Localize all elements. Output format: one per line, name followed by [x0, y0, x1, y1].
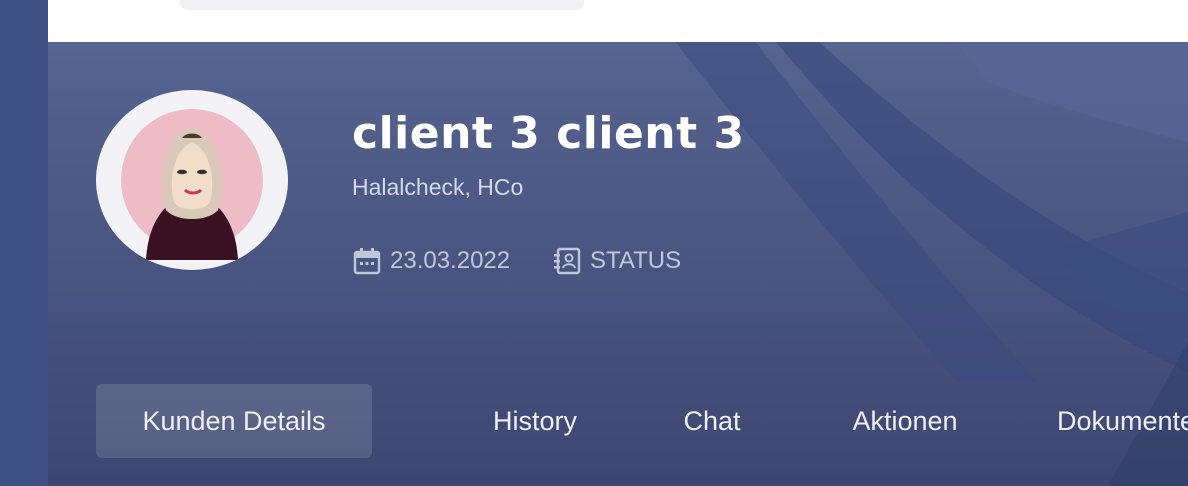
- client-status: STATUS: [552, 246, 681, 276]
- client-name: client 3 client 3: [352, 108, 745, 159]
- client-company: Halalcheck, HCo: [352, 174, 524, 200]
- created-date-value: 23.03.2022: [390, 247, 511, 274]
- tab-kunden-details[interactable]: Kunden Details: [96, 384, 372, 458]
- avatar: [96, 90, 288, 270]
- tab-chat[interactable]: Chat: [656, 384, 768, 458]
- tab-dokumente[interactable]: Dokumente: [1036, 384, 1188, 458]
- profile-header: client 3 client 3 Halalcheck, HCo 23.03.…: [48, 42, 1188, 486]
- sidebar-rail: [0, 0, 48, 486]
- tab-aktionen[interactable]: Aktionen: [816, 384, 994, 458]
- tab-history[interactable]: History: [456, 384, 614, 458]
- avatar-image: [121, 109, 263, 260]
- contact-book-icon: [554, 247, 581, 275]
- client-status-value: STATUS: [590, 247, 682, 274]
- calendar-icon: [353, 248, 381, 275]
- top-bar: [48, 0, 1188, 42]
- search-input[interactable]: [180, 0, 584, 10]
- created-date: 23.03.2022: [352, 246, 510, 276]
